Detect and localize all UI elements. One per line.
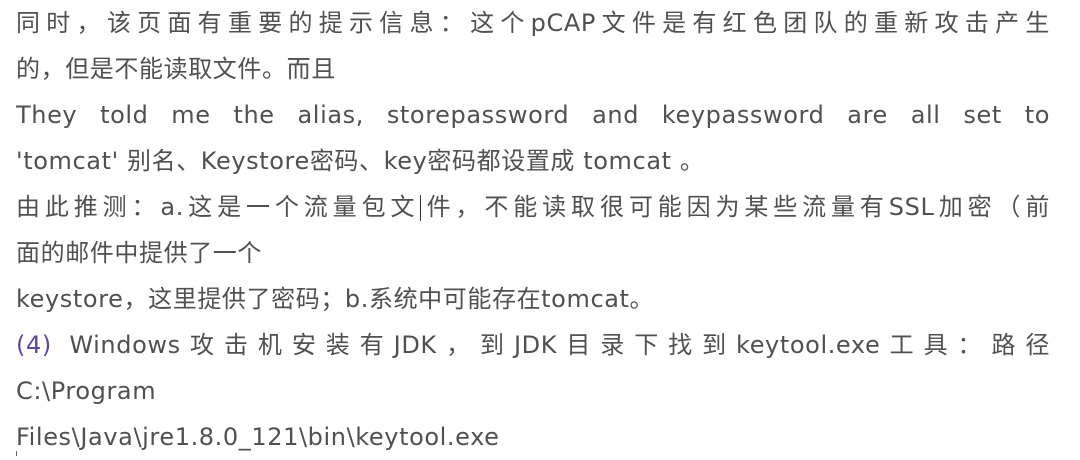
paragraph-4-line-1: (4) Windows攻击机安装有JDK，到JDK目录下找到keytool.ex… xyxy=(16,322,1050,368)
paragraph-4-line-2: C:\Program xyxy=(16,377,157,405)
paragraph-1-line-1: 同时，该页面有重要的提示信息：这个pCAP文件是有红色团队的重新攻击产生 xyxy=(16,9,1050,37)
paragraph-3-line-2: 面的邮件中提供了一个 xyxy=(16,239,262,267)
paragraph-1-line-2: 的，但是不能读取文件。而且 xyxy=(16,55,336,83)
paragraph-4-line-3: Files\Java\jre1.8.0_121\bin\keytool.exe xyxy=(16,423,500,451)
paragraph-2-line-2: 'tomcat' 别名、Keystore密码、key密码都设置成 tomcat … xyxy=(16,147,705,175)
document-body: 同时，该页面有重要的提示信息：这个pCAP文件是有红色团队的重新攻击产生 的，但… xyxy=(16,0,1050,460)
paragraph-3-line-1-text-b: 件，不能读取很可能因为某些流量有SSL加密（前 xyxy=(422,193,1050,221)
paragraph-3-line-1-text-a: 由此推测：a.这是一个流量包文 xyxy=(16,193,420,221)
paragraph-3-line-3: keystore，这里提供了密码；b.系统中可能存在tomcat。 xyxy=(16,285,655,313)
next-line-cursor xyxy=(16,451,17,456)
list-number: (4) xyxy=(16,331,52,359)
paragraph-3-line-1[interactable]: 由此推测：a.这是一个流量包文 件，不能读取很可能因为某些流量有SSL加密（前 xyxy=(16,184,1050,230)
paragraph-2-line-1: They told me the alias, storepassword an… xyxy=(16,101,1050,129)
paragraph-4-line-1-text: Windows攻击机安装有JDK，到JDK目录下找到keytool.exe工具：… xyxy=(51,331,1050,359)
